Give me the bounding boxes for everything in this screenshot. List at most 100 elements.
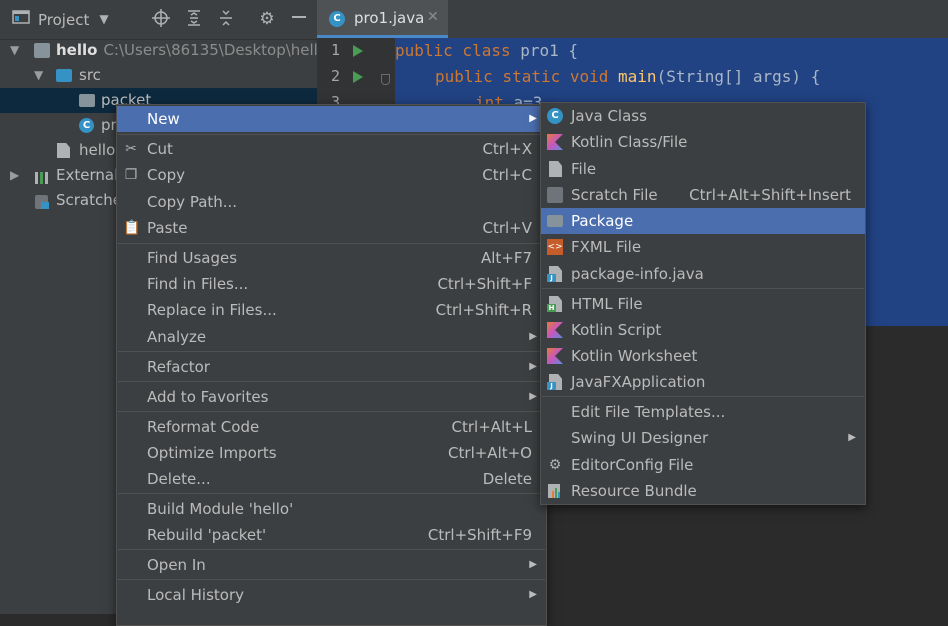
- menu-item-label: Copy: [147, 166, 186, 184]
- kotlin-script-icon: [547, 322, 563, 338]
- shortcut: Ctrl+Alt+L: [451, 418, 533, 436]
- shortcut: Alt+F7: [480, 249, 532, 267]
- project-view-title[interactable]: Project: [38, 11, 89, 29]
- menu-item-edit-templates[interactable]: Edit File Templates...: [541, 399, 865, 425]
- menu-item-label: HTML File: [571, 295, 643, 313]
- tree-item-src[interactable]: ▼ src: [0, 63, 317, 88]
- menu-item-build-module[interactable]: Build Module 'hello': [117, 496, 546, 522]
- chevron-right-icon[interactable]: ▶: [10, 163, 19, 188]
- fold-icon[interactable]: [381, 74, 390, 85]
- kotlin-worksheet-icon: [547, 348, 563, 364]
- menu-item-label: Copy Path...: [147, 193, 238, 211]
- menu-item-resource-bundle[interactable]: Resource Bundle: [541, 478, 865, 504]
- shortcut: Delete: [482, 470, 532, 488]
- code-line-2: public static void main(String[] args) {: [435, 67, 820, 86]
- collapse-all-icon[interactable]: [216, 9, 236, 29]
- menu-item-label: Java Class: [571, 107, 647, 125]
- shortcut: Ctrl+V: [482, 219, 532, 237]
- menu-item-find-in-files[interactable]: Find in Files... Ctrl+Shift+F: [117, 271, 546, 297]
- menu-item-copy-path[interactable]: Copy Path...: [117, 189, 546, 215]
- line-number: 1: [331, 41, 341, 59]
- java-class-icon: C: [79, 118, 94, 133]
- menu-item-local-history[interactable]: Local History ▶: [117, 582, 546, 608]
- menu-item-label: Local History: [147, 586, 245, 604]
- code-function: main: [618, 67, 657, 86]
- menu-item-java-class[interactable]: C Java Class: [541, 103, 865, 129]
- gear-icon: ⚙: [548, 457, 562, 473]
- menu-item-rebuild[interactable]: Rebuild 'packet' Ctrl+Shift+F9: [117, 522, 546, 548]
- menu-item-kotlin-script[interactable]: Kotlin Script: [541, 317, 865, 343]
- menu-item-kotlin-class[interactable]: Kotlin Class/File: [541, 129, 865, 155]
- resource-bundle-icon: [547, 483, 563, 499]
- menu-item-add-to-favorites[interactable]: Add to Favorites ▶: [117, 384, 546, 410]
- menu-item-open-in[interactable]: Open In ▶: [117, 552, 546, 578]
- menu-item-optimize-imports[interactable]: Optimize Imports Ctrl+Alt+O: [117, 440, 546, 466]
- shortcut: Ctrl+Alt+Shift+Insert: [689, 186, 851, 204]
- menu-item-label: Edit File Templates...: [571, 403, 726, 421]
- chevron-down-icon[interactable]: ▼: [10, 38, 19, 63]
- menu-item-scratch-file[interactable]: Scratch File Ctrl+Alt+Shift+Insert: [541, 182, 865, 208]
- copy-icon: ❐: [124, 167, 138, 183]
- menu-item-copy[interactable]: ❐ Copy Ctrl+C: [117, 162, 546, 188]
- menu-item-label: Find Usages: [147, 249, 238, 267]
- menu-item-package-info[interactable]: J package-info.java: [541, 261, 865, 287]
- code-line-1: public class pro1 {: [395, 41, 578, 60]
- java-badge-icon: J: [547, 274, 556, 282]
- menu-item-label: Analyze: [147, 328, 207, 346]
- line-number: 2: [331, 67, 341, 85]
- java-class-icon: C: [547, 108, 563, 124]
- project-view-icon[interactable]: [11, 9, 31, 29]
- menu-item-find-usages[interactable]: Find Usages Alt+F7: [117, 245, 546, 271]
- tab-pro1-java[interactable]: C pro1.java ✕: [317, 0, 448, 38]
- menu-item-analyze[interactable]: Analyze ▶: [117, 324, 546, 350]
- menu-item-editorconfig[interactable]: ⚙ EditorConfig File: [541, 452, 865, 478]
- menu-item-label: Paste: [147, 219, 188, 237]
- run-icon[interactable]: [353, 45, 363, 57]
- menu-item-fxml-file[interactable]: <> FXML File: [541, 234, 865, 260]
- shortcut: Ctrl+C: [482, 166, 532, 184]
- locate-icon[interactable]: [151, 9, 171, 29]
- menu-item-cut[interactable]: ✂ Cut Ctrl+X: [117, 136, 546, 162]
- gear-icon[interactable]: ⚙: [257, 9, 277, 29]
- hide-icon[interactable]: [289, 9, 309, 29]
- package-icon: [547, 215, 563, 227]
- menu-item-file[interactable]: File: [541, 156, 865, 182]
- clipboard-icon: 📋: [123, 220, 141, 236]
- menu-item-package[interactable]: Package: [541, 208, 865, 234]
- menu-item-label: Kotlin Worksheet: [571, 347, 698, 365]
- fxml-file-icon: <>: [547, 239, 563, 255]
- menu-separator: [118, 381, 545, 382]
- tree-item-hello-module[interactable]: ▼ hello C:\Users\86135\Desktop\hello: [0, 38, 317, 63]
- menu-item-new[interactable]: New ▶: [117, 106, 546, 132]
- tree-item-label: src: [79, 66, 101, 84]
- menu-item-label: Optimize Imports: [147, 444, 277, 462]
- menu-item-html-file[interactable]: H HTML File: [541, 291, 865, 317]
- code-text: pro1 {: [520, 41, 579, 60]
- java-badge-icon: J: [547, 382, 556, 390]
- menu-item-label: New: [147, 110, 180, 128]
- module-path: C:\Users\86135\Desktop\hello: [103, 41, 317, 59]
- run-icon[interactable]: [353, 71, 363, 83]
- menu-item-reformat-code[interactable]: Reformat Code Ctrl+Alt+L: [117, 414, 546, 440]
- menu-item-replace-in-files[interactable]: Replace in Files... Ctrl+Shift+R: [117, 297, 546, 323]
- html-badge-icon: H: [547, 304, 556, 312]
- menu-item-label: Reformat Code: [147, 418, 260, 436]
- menu-item-paste[interactable]: 📋 Paste Ctrl+V: [117, 215, 546, 241]
- shortcut: Ctrl+X: [482, 140, 532, 158]
- menu-item-label: Kotlin Script: [571, 321, 662, 339]
- close-icon[interactable]: ✕: [427, 9, 439, 25]
- menu-item-refactor[interactable]: Refactor ▶: [117, 354, 546, 380]
- menu-item-label: Kotlin Class/File: [571, 133, 688, 151]
- menu-item-swing-ui-designer[interactable]: Swing UI Designer ▶: [541, 425, 865, 451]
- menu-item-kotlin-worksheet[interactable]: Kotlin Worksheet: [541, 343, 865, 369]
- menu-item-delete[interactable]: Delete... Delete: [117, 466, 546, 492]
- menu-item-javafx-app[interactable]: J JavaFXApplication: [541, 369, 865, 395]
- chevron-down-icon[interactable]: ▼: [34, 63, 43, 88]
- menu-item-label: File: [571, 160, 597, 178]
- project-toolbar: Project ▼ ⚙: [0, 0, 317, 40]
- chevron-down-icon[interactable]: ▼: [94, 9, 114, 29]
- code-text: (String[] args) {: [656, 67, 821, 86]
- menu-item-label: Refactor: [147, 358, 210, 376]
- menu-item-label: Cut: [147, 140, 173, 158]
- expand-all-icon[interactable]: [184, 9, 204, 29]
